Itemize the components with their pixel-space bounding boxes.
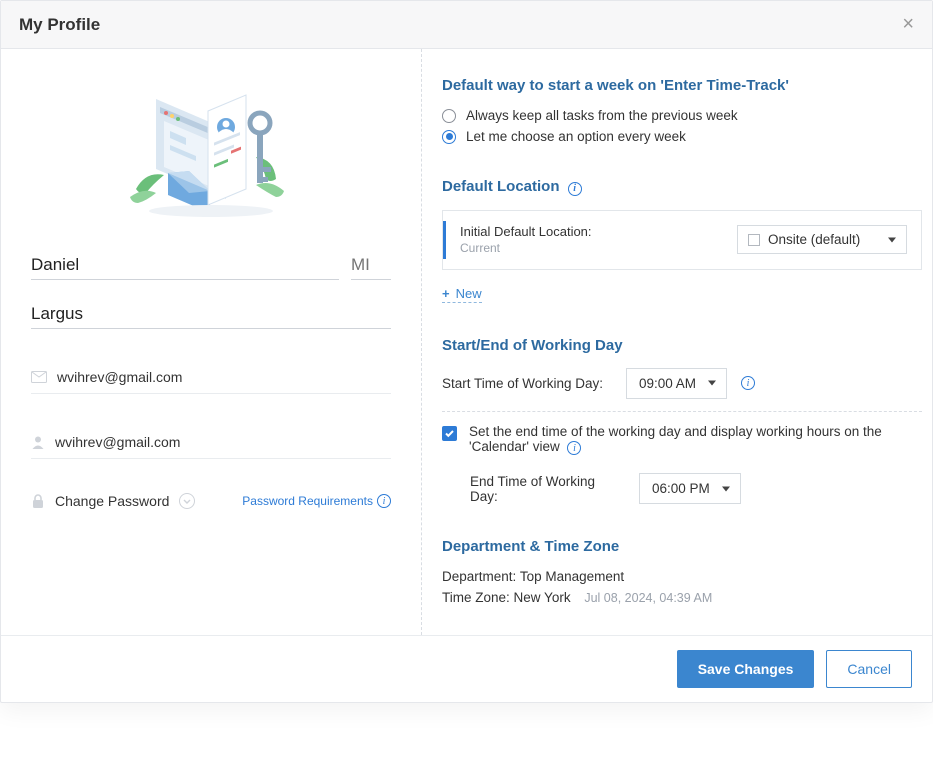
right-panel: Default way to start a week on 'Enter Ti… <box>421 49 932 635</box>
page-title: My Profile <box>19 15 100 35</box>
set-end-time-checkbox[interactable] <box>442 426 457 441</box>
location-dropdown[interactable]: Onsite (default) <box>737 225 907 254</box>
username-row: wvihrev@gmail.com <box>31 424 391 459</box>
add-location-link[interactable]: + New <box>442 286 482 303</box>
modal-footer: Save Changes Cancel <box>1 635 932 702</box>
username-value: wvihrev@gmail.com <box>55 434 180 450</box>
info-icon: i <box>377 494 391 508</box>
radio-icon <box>442 130 456 144</box>
info-icon[interactable]: i <box>568 182 582 196</box>
plus-icon: + <box>442 286 450 301</box>
cancel-button[interactable]: Cancel <box>826 650 912 688</box>
close-icon[interactable]: × <box>894 9 922 40</box>
change-password-link[interactable]: Change Password <box>55 493 169 509</box>
timezone-row: Time Zone: New York Jul 08, 2024, 04:39 … <box>442 590 922 605</box>
info-icon[interactable]: i <box>741 376 755 390</box>
last-name-field[interactable] <box>31 298 391 329</box>
radio-keep-tasks[interactable]: Always keep all tasks from the previous … <box>442 108 922 123</box>
end-time-label: End Time of Working Day: <box>470 474 625 504</box>
initial-location-label: Initial Default Location: <box>460 224 737 239</box>
end-time-dropdown[interactable]: 06:00 PM <box>639 473 741 504</box>
profile-illustration <box>31 69 391 249</box>
left-panel: wvihrev@gmail.com wvihrev@gmail.com Chan… <box>1 49 421 635</box>
location-card: Initial Default Location: Current Onsite… <box>442 210 922 270</box>
mail-icon <box>31 371 47 383</box>
expand-password-icon[interactable] <box>179 493 195 509</box>
working-day-heading: Start/End of Working Day <box>442 337 922 354</box>
password-requirements-link[interactable]: Password Requirements i <box>242 494 391 508</box>
email-value: wvihrev@gmail.com <box>57 369 182 385</box>
my-profile-modal: My Profile × <box>0 0 933 703</box>
default-location-heading: Default Location i <box>442 178 922 196</box>
save-button[interactable]: Save Changes <box>677 650 815 688</box>
department-row: Department: Top Management <box>442 569 922 584</box>
start-time-label: Start Time of Working Day: <box>442 376 612 391</box>
user-icon <box>31 435 45 449</box>
info-icon[interactable]: i <box>567 441 581 455</box>
lock-icon <box>31 494 45 509</box>
radio-icon <box>442 109 456 123</box>
middle-initial-field[interactable] <box>351 249 391 280</box>
dept-tz-heading: Department & Time Zone <box>442 538 922 555</box>
start-week-heading: Default way to start a week on 'Enter Ti… <box>442 77 922 94</box>
current-location-label: Current <box>460 241 737 255</box>
start-time-dropdown[interactable]: 09:00 AM <box>626 368 727 399</box>
timezone-timestamp: Jul 08, 2024, 04:39 AM <box>584 591 712 605</box>
location-color-icon <box>748 234 760 246</box>
modal-header: My Profile × <box>1 1 932 49</box>
first-name-field[interactable] <box>31 249 339 280</box>
email-row: wvihrev@gmail.com <box>31 359 391 394</box>
set-end-time-label: Set the end time of the working day and … <box>469 424 922 456</box>
radio-choose-weekly[interactable]: Let me choose an option every week <box>442 129 922 144</box>
